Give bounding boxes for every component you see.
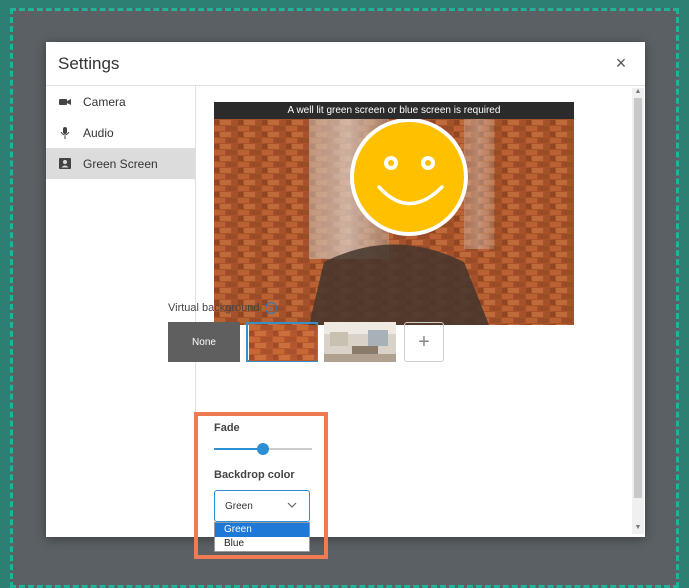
background-none-option[interactable]: None [168, 322, 240, 362]
smiley-face-icon [350, 118, 468, 236]
scrollbar-thumb[interactable] [634, 98, 642, 498]
chevron-down-icon [287, 500, 297, 510]
scrollbar[interactable]: ▲ ▼ [632, 88, 644, 534]
background-room-option[interactable] [324, 322, 396, 362]
green-screen-notice: A well lit green screen or blue screen i… [214, 102, 574, 119]
close-button[interactable]: × [611, 53, 631, 73]
option-green[interactable]: Green [215, 523, 309, 537]
sidebar-item-label: Green Screen [83, 156, 158, 171]
help-icon[interactable]: ? [264, 302, 277, 314]
sidebar-item-label: Audio [83, 125, 114, 140]
background-brick-option[interactable] [246, 322, 318, 362]
backdrop-color-label: Backdrop color [214, 469, 295, 481]
backdrop-selected-value: Green [225, 500, 253, 512]
sidebar-item-label: Camera [83, 94, 126, 109]
dialog-header: Settings × [46, 42, 645, 86]
preview-image [214, 102, 574, 325]
scroll-up-arrow-icon[interactable]: ▲ [632, 88, 644, 98]
fade-slider-handle[interactable] [257, 443, 269, 455]
green-screen-icon [59, 158, 71, 170]
settings-dialog: Settings × Camera Audio Green Screen A w… [46, 42, 645, 537]
dialog-title: Settings [58, 54, 120, 73]
sidebar-item-camera[interactable]: Camera [46, 86, 195, 117]
sidebar-item-audio[interactable]: Audio [46, 117, 195, 148]
scroll-down-arrow-icon[interactable]: ▼ [632, 524, 644, 534]
option-blue[interactable]: Blue [215, 537, 309, 551]
sidebar-item-green-screen[interactable]: Green Screen [46, 148, 195, 179]
fade-slider[interactable] [214, 443, 312, 455]
virtual-background-options: None + [168, 322, 444, 362]
camera-icon [59, 96, 71, 108]
virtual-background-label: Virtual background ? [168, 302, 277, 314]
backdrop-color-select[interactable]: Green [214, 490, 310, 522]
microphone-icon [59, 126, 71, 139]
camera-preview: A well lit green screen or blue screen i… [214, 102, 574, 325]
backdrop-color-options: Green Blue [214, 522, 310, 552]
add-background-button[interactable]: + [404, 322, 444, 362]
fade-label: Fade [214, 422, 240, 434]
fade-slider-fill [214, 448, 263, 450]
